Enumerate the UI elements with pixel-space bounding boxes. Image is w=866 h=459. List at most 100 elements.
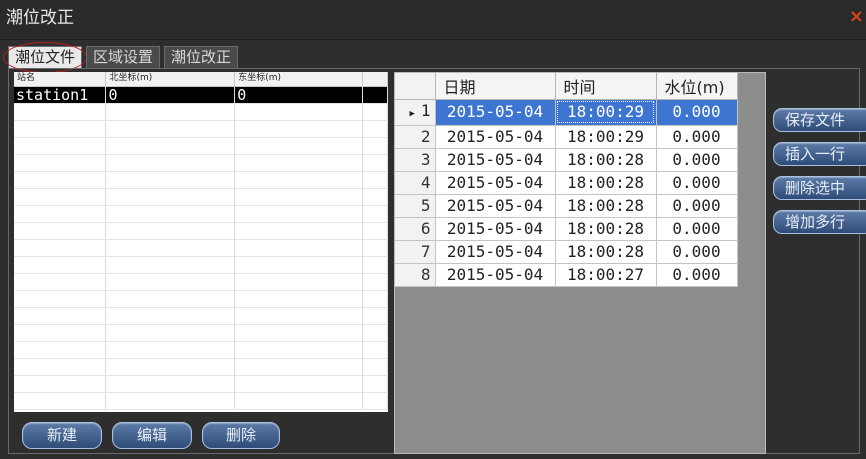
tide-row[interactable]: 8 2015-05-04 18:00:27 0.000	[395, 263, 738, 287]
tide-cell-time[interactable]: 18:00:28	[555, 171, 657, 195]
tide-cell-time[interactable]: 18:00:28	[555, 148, 657, 172]
tide-cell-level[interactable]: 0.000	[656, 263, 738, 287]
station-cell-empty[interactable]	[234, 324, 364, 342]
station-cell-empty[interactable]	[105, 392, 236, 410]
station-row[interactable]	[14, 239, 388, 257]
station-cell-empty[interactable]	[105, 205, 236, 223]
station-cell-empty[interactable]	[362, 273, 388, 291]
column-header-water-level[interactable]: 水位(m)	[656, 73, 738, 100]
close-icon[interactable]: ×	[849, 8, 864, 26]
station-cell-empty[interactable]	[14, 256, 107, 274]
station-cell-empty[interactable]	[234, 188, 364, 206]
station-cell-empty[interactable]	[362, 222, 388, 240]
row-header[interactable]: 2	[395, 125, 436, 149]
station-cell-empty[interactable]	[14, 222, 107, 240]
station-cell-empty[interactable]	[14, 273, 107, 291]
tide-cell-level[interactable]: 0.000	[656, 194, 738, 218]
station-cell-empty[interactable]	[14, 205, 107, 223]
station-cell-empty[interactable]	[362, 120, 388, 138]
station-row[interactable]	[14, 103, 388, 121]
station-cell-empty[interactable]	[14, 103, 107, 121]
station-cell-empty[interactable]	[105, 375, 236, 393]
station-row[interactable]	[14, 137, 388, 155]
tide-cell-level[interactable]: 0.000	[656, 148, 738, 172]
station-row[interactable]	[14, 307, 388, 325]
station-cell-empty[interactable]	[234, 137, 364, 155]
tab-tide-file[interactable]: 潮位文件	[3, 42, 88, 73]
station-cell-empty[interactable]	[234, 273, 364, 291]
station-cell-empty[interactable]	[362, 239, 388, 257]
tide-cell-level[interactable]: 0.000	[656, 240, 738, 264]
station-cell-empty[interactable]	[362, 324, 388, 342]
tide-row[interactable]: 3 2015-05-04 18:00:28 0.000	[395, 148, 738, 172]
station-cell-empty[interactable]	[105, 273, 236, 291]
row-header[interactable]: 8	[395, 263, 436, 287]
station-row[interactable]	[14, 188, 388, 206]
station-row[interactable]	[14, 324, 388, 342]
tide-cell-time[interactable]: 18:00:29	[555, 99, 657, 126]
column-header-north[interactable]: 北坐标(m)	[105, 72, 236, 87]
tide-row[interactable]: 4 2015-05-04 18:00:28 0.000	[395, 171, 738, 195]
station-cell-empty[interactable]	[234, 205, 364, 223]
station-cell-empty[interactable]	[234, 307, 364, 325]
column-header-date[interactable]: 日期	[435, 73, 556, 100]
station-row[interactable]	[14, 273, 388, 291]
row-header[interactable]: 4	[395, 171, 436, 195]
station-row[interactable]	[14, 205, 388, 223]
tide-cell-level[interactable]: 0.000	[656, 171, 738, 195]
station-row[interactable]	[14, 222, 388, 240]
station-cell-empty[interactable]	[14, 137, 107, 155]
tide-cell-time[interactable]: 18:00:28	[555, 194, 657, 218]
tide-cell-level[interactable]: 0.000	[656, 99, 738, 126]
station-cell-empty[interactable]	[234, 222, 364, 240]
column-header-east[interactable]: 东坐标(m)	[234, 72, 364, 87]
station-cell-empty[interactable]	[362, 290, 388, 308]
station-row[interactable]	[14, 358, 388, 376]
station-cell-empty[interactable]	[105, 256, 236, 274]
tide-cell-time[interactable]: 18:00:28	[555, 217, 657, 241]
station-cell-empty[interactable]	[105, 290, 236, 308]
station-cell-empty[interactable]	[234, 120, 364, 138]
station-cell-empty[interactable]	[105, 120, 236, 138]
station-cell-empty[interactable]	[105, 222, 236, 240]
column-header-time[interactable]: 时间	[555, 73, 657, 100]
row-header[interactable]: 7	[395, 240, 436, 264]
station-row[interactable]	[14, 341, 388, 359]
station-cell-empty[interactable]	[105, 324, 236, 342]
station-cell-empty[interactable]	[14, 392, 107, 410]
tide-cell-date[interactable]: 2015-05-04	[435, 148, 556, 172]
station-cell-empty[interactable]	[234, 375, 364, 393]
station-cell-empty[interactable]	[362, 256, 388, 274]
tab-region-settings[interactable]: 区域设置	[86, 46, 161, 68]
station-cell-empty[interactable]	[14, 154, 107, 172]
station-cell-empty[interactable]	[362, 137, 388, 155]
tide-cell-date[interactable]: 2015-05-04	[435, 99, 556, 126]
tide-cell-date[interactable]: 2015-05-04	[435, 194, 556, 218]
station-cell-empty[interactable]	[362, 307, 388, 325]
insert-row-button[interactable]: 插入一行	[773, 142, 866, 166]
station-cell-blank[interactable]	[362, 86, 388, 104]
station-cell-empty[interactable]	[362, 154, 388, 172]
tide-row[interactable]: 2 2015-05-04 18:00:29 0.000	[395, 125, 738, 149]
station-cell-empty[interactable]	[105, 188, 236, 206]
tide-cell-date[interactable]: 2015-05-04	[435, 217, 556, 241]
station-cell-empty[interactable]	[234, 341, 364, 359]
station-cell-empty[interactable]	[14, 324, 107, 342]
column-header-station-name[interactable]: 站名	[14, 72, 107, 87]
station-cell-empty[interactable]	[14, 171, 107, 189]
station-cell-empty[interactable]	[362, 188, 388, 206]
station-cell-empty[interactable]	[14, 341, 107, 359]
station-cell-empty[interactable]	[105, 154, 236, 172]
station-row[interactable]	[14, 120, 388, 138]
tide-cell-date[interactable]: 2015-05-04	[435, 125, 556, 149]
station-cell-empty[interactable]	[234, 290, 364, 308]
save-file-button[interactable]: 保存文件	[773, 108, 866, 132]
station-cell-empty[interactable]	[234, 392, 364, 410]
tide-row[interactable]: 7 2015-05-04 18:00:28 0.000	[395, 240, 738, 264]
station-row[interactable]	[14, 256, 388, 274]
station-cell-name[interactable]: station1	[14, 86, 107, 104]
delete-button[interactable]: 删除	[202, 422, 280, 449]
station-cell-empty[interactable]	[105, 341, 236, 359]
tide-cell-level[interactable]: 0.000	[656, 217, 738, 241]
station-cell-empty[interactable]	[14, 239, 107, 257]
